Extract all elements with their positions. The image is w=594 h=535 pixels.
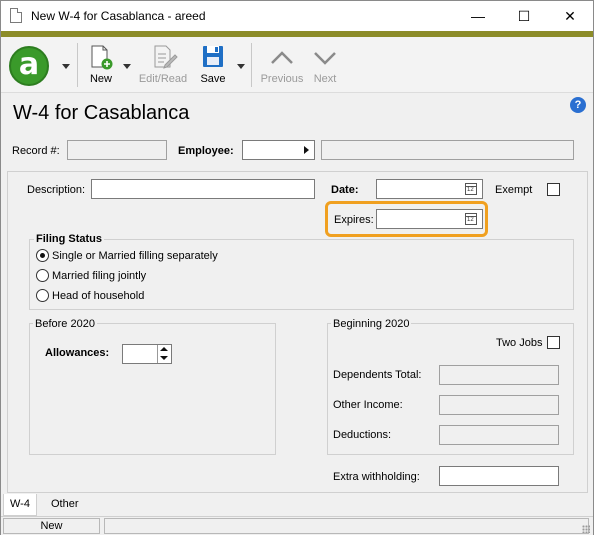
employee-name-field (321, 140, 574, 160)
toolbar: a New Edit/Read Save Previous Next (1, 37, 593, 93)
before-2020-title: Before 2020 (33, 318, 97, 330)
calendar-icon[interactable] (465, 183, 477, 195)
deductions-label: Deductions: (333, 429, 392, 441)
extra-withholding-field[interactable] (439, 466, 559, 486)
w4-window: New W-4 for Casablanca - areed — ☐ ✕ a N… (0, 0, 594, 535)
filing-single-label[interactable]: Single or Married filling separately (52, 250, 218, 262)
toolbar-divider (77, 43, 78, 87)
filing-status-title: Filing Status (34, 233, 104, 245)
filing-single-radio[interactable] (36, 249, 49, 262)
allowances-field[interactable] (122, 344, 172, 364)
two-jobs-label: Two Jobs (496, 337, 543, 349)
minimize-button[interactable]: — (455, 1, 501, 31)
allowances-input[interactable] (123, 345, 157, 363)
close-button[interactable]: ✕ (547, 1, 593, 31)
expires-label: Expires: (334, 214, 374, 226)
resize-grip-icon[interactable] (582, 525, 590, 533)
previous-button[interactable]: Previous (257, 43, 307, 89)
chevron-right-icon[interactable] (304, 146, 309, 154)
spin-up-icon[interactable] (160, 347, 168, 351)
next-button[interactable]: Next (307, 43, 343, 89)
save-button-label: Save (200, 73, 226, 85)
page-title: W-4 for Casablanca (13, 102, 190, 124)
description-input[interactable] (92, 180, 314, 198)
new-menu-chevron-down-icon[interactable] (123, 64, 131, 69)
expires-field[interactable] (376, 209, 483, 229)
edit-read-button-label: Edit/Read (138, 73, 188, 85)
edit-icon (154, 45, 178, 69)
status-bar: New (1, 516, 593, 535)
maximize-button[interactable]: ☐ (501, 1, 547, 31)
exempt-checkbox[interactable] (547, 183, 560, 196)
window-title: New W-4 for Casablanca - areed (31, 9, 206, 23)
other-income-label: Other Income: (333, 399, 403, 411)
description-field[interactable] (91, 179, 315, 199)
record-number-input (68, 141, 166, 159)
new-button-label: New (89, 73, 112, 85)
date-label: Date: (331, 184, 359, 196)
toolbar-divider (251, 43, 252, 87)
employee-label: Employee: (178, 145, 234, 157)
filing-joint-label[interactable]: Married filing jointly (52, 270, 146, 282)
two-jobs-checkbox[interactable] (547, 336, 560, 349)
app-logo-icon[interactable]: a (9, 46, 49, 86)
dependents-total-label: Dependents Total: (333, 369, 422, 381)
beginning-2020-title: Beginning 2020 (331, 318, 412, 330)
employee-lookup-field[interactable] (242, 140, 315, 160)
calendar-icon[interactable] (465, 213, 477, 225)
dependents-total-field (439, 365, 559, 385)
edit-read-button[interactable]: Edit/Read (135, 43, 191, 89)
new-document-icon (91, 45, 113, 70)
filing-joint-radio[interactable] (36, 269, 49, 282)
extra-withholding-input[interactable] (440, 467, 558, 485)
title-bar: New W-4 for Casablanca - areed — ☐ ✕ (1, 1, 593, 31)
deductions-field (439, 425, 559, 445)
save-menu-chevron-down-icon[interactable] (237, 64, 245, 69)
extra-withholding-label: Extra withholding: (333, 471, 420, 483)
status-message-area (104, 518, 589, 534)
allowances-label: Allowances: (45, 347, 110, 359)
chevron-up-icon (271, 51, 293, 64)
status-mode: New (3, 518, 100, 534)
next-button-label: Next (313, 73, 337, 85)
before-2020-group (29, 323, 276, 455)
save-disk-icon (203, 46, 223, 67)
filing-head-label[interactable]: Head of household (52, 290, 144, 302)
help-icon[interactable]: ? (570, 97, 586, 113)
filing-head-radio[interactable] (36, 289, 49, 302)
save-button[interactable]: Save (197, 43, 229, 89)
date-field[interactable] (376, 179, 483, 199)
previous-button-label: Previous (260, 73, 304, 85)
new-button[interactable]: New (85, 43, 117, 89)
allowances-spinner[interactable] (157, 345, 171, 363)
tab-w4[interactable]: W-4 (3, 494, 37, 516)
document-icon (10, 8, 22, 23)
tab-other[interactable]: Other (45, 494, 85, 516)
record-number-field (67, 140, 167, 160)
spin-down-icon[interactable] (160, 356, 168, 360)
app-menu-chevron-down-icon[interactable] (62, 64, 70, 69)
exempt-label: Exempt (495, 184, 533, 196)
chevron-down-icon (314, 52, 336, 65)
other-income-field (439, 395, 559, 415)
description-label: Description: (27, 184, 86, 196)
employee-name-input (322, 141, 573, 159)
record-label: Record #: (12, 145, 60, 157)
